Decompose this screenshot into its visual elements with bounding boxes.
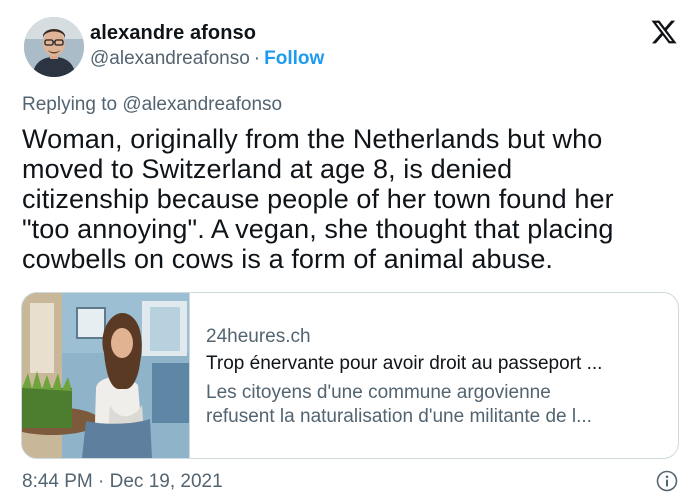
info-icon[interactable]: [656, 470, 678, 492]
x-logo-glyph: [651, 20, 677, 44]
tweet-text-line: moved to Switzerland at age 8, is denied: [22, 154, 513, 184]
author-display-name[interactable]: alexandre afonso: [90, 22, 256, 45]
replying-prefix: Replying to: [22, 94, 118, 115]
tweet-text: Woman, originally from the Netherlands b…: [22, 124, 682, 274]
author-handle[interactable]: @alexandreafonso: [90, 48, 250, 69]
link-preview-card[interactable]: 24heures.ch Trop énervante pour avoir dr…: [21, 292, 679, 459]
replying-to-handle[interactable]: @alexandreafonso: [122, 94, 282, 115]
x-logo-icon[interactable]: [650, 18, 678, 46]
avatar[interactable]: [24, 17, 84, 77]
link-card-title: Trop énervante pour avoir droit au passe…: [206, 353, 603, 374]
replying-to-line: Replying to @alexandreafonso: [22, 94, 282, 116]
separator-dot: ·: [253, 48, 261, 69]
tweet-text-line: "too annoying". A vegan, she thought tha…: [22, 214, 614, 244]
tweet-text-line: cowbells on cows is a form of animal abu…: [22, 244, 554, 274]
tweet-text-line: Woman, originally from the Netherlands b…: [22, 124, 603, 154]
link-card-description-line: refusent la naturalisation d'une militan…: [206, 406, 592, 427]
follow-button[interactable]: Follow: [264, 48, 324, 69]
avatar-photo: [24, 17, 84, 77]
thumbnail-photo: [22, 293, 189, 458]
tweet-timestamp[interactable]: 8:44 PM · Dec 19, 2021: [22, 471, 223, 493]
info-glyph: [656, 470, 678, 492]
author-handle-row: @alexandreafonso · Follow: [90, 48, 324, 70]
link-card-thumbnail: [22, 293, 190, 458]
link-card-description: Les citoyens d'une commune argovienne re…: [206, 381, 666, 429]
link-card-description-line: Les citoyens d'une commune argovienne: [206, 382, 551, 403]
tweet-text-line: citizenship because people of her town f…: [22, 184, 614, 214]
link-card-domain: 24heures.ch: [206, 326, 311, 347]
